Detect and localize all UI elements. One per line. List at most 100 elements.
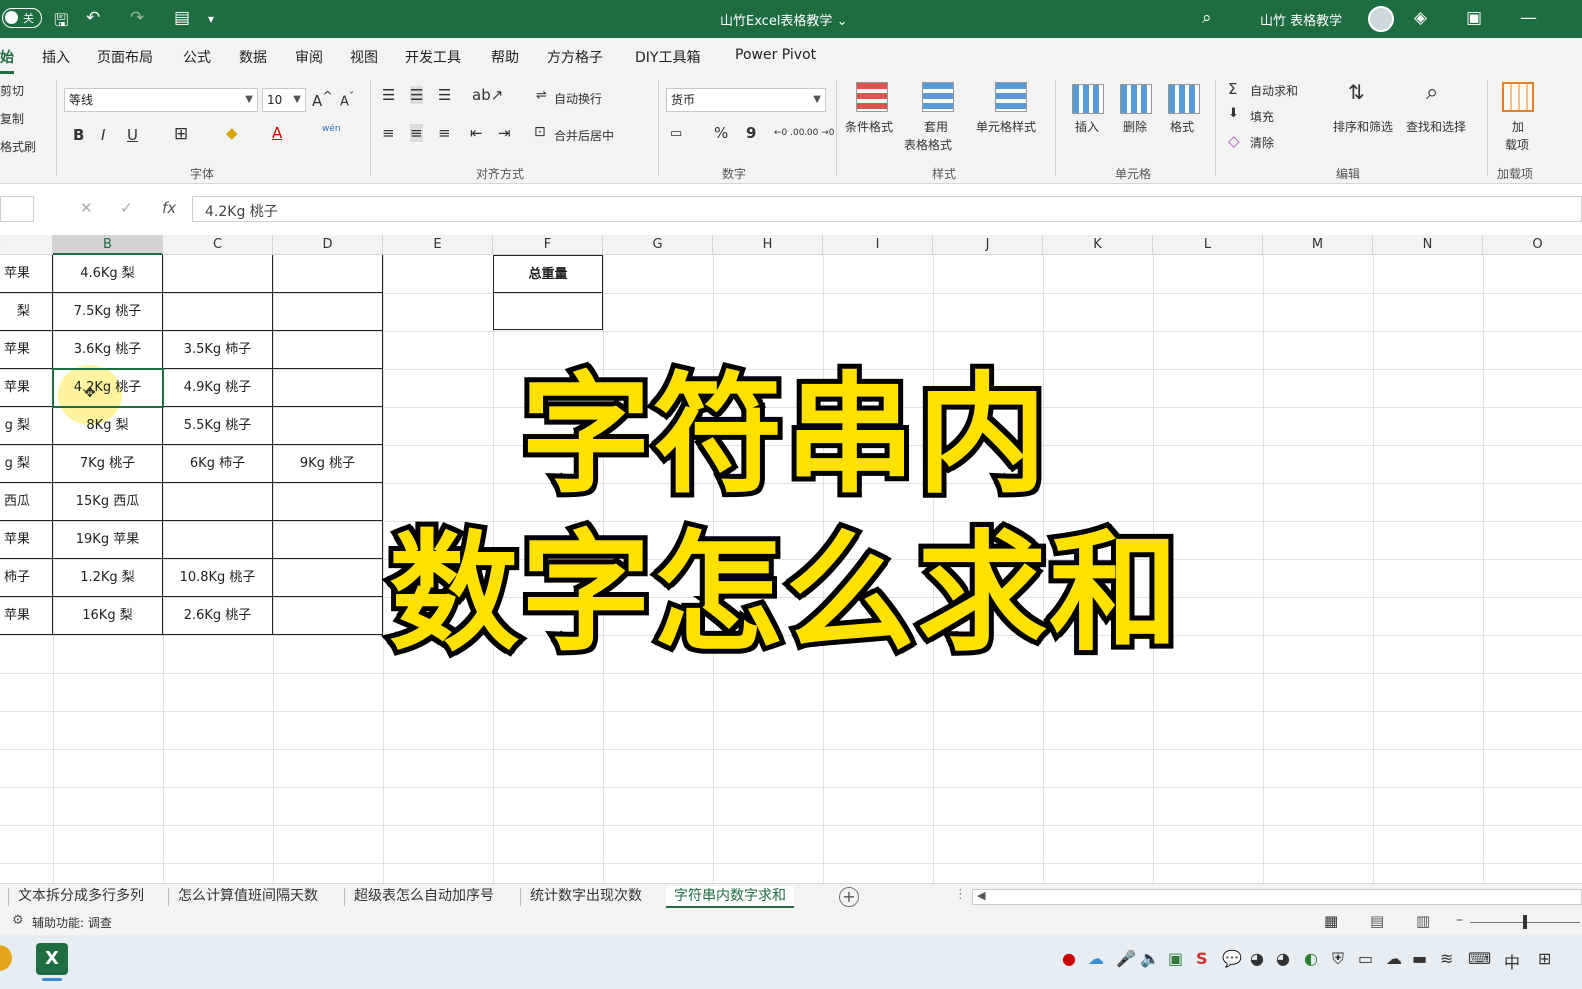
- cancel-icon[interactable]: ✕: [80, 199, 93, 217]
- column-header[interactable]: O: [1483, 235, 1582, 255]
- qq2-icon[interactable]: ◕: [1276, 949, 1290, 968]
- italic-button[interactable]: I: [101, 126, 105, 144]
- table-cell[interactable]: 梨: [0, 293, 53, 331]
- tab-review[interactable]: 审阅: [295, 47, 323, 67]
- table-cell[interactable]: 6Kg 柿子: [163, 445, 273, 483]
- print-preview-icon[interactable]: ▤: [174, 8, 190, 28]
- tab-diy-toolbox[interactable]: DIY工具箱: [635, 47, 700, 67]
- borders-icon[interactable]: ⊞: [174, 124, 188, 144]
- tab-view[interactable]: 视图: [350, 47, 378, 67]
- window-title[interactable]: 山竹Excel表格教学 ⌄: [720, 10, 847, 29]
- column-header[interactable]: G: [603, 235, 713, 255]
- align-middle-icon[interactable]: ☰: [410, 86, 424, 104]
- merge-center-button[interactable]: 合并后居中: [554, 127, 614, 144]
- delete-cells-icon[interactable]: [1120, 84, 1152, 114]
- total-weight-header[interactable]: 总重量: [493, 255, 603, 293]
- tab-formulas[interactable]: 公式: [183, 47, 211, 67]
- add-sheet-button[interactable]: +: [839, 887, 859, 907]
- decrease-decimal-button[interactable]: .00 →0: [804, 128, 834, 138]
- table-cell[interactable]: [163, 255, 273, 293]
- percent-button[interactable]: %: [714, 124, 728, 142]
- battery-icon[interactable]: ▬: [1412, 949, 1427, 968]
- autosave-toggle[interactable]: 关: [2, 8, 42, 28]
- table-cell[interactable]: 1.2Kg 梨: [53, 559, 163, 597]
- chat-icon[interactable]: 💬: [1222, 949, 1242, 968]
- sheet-tab[interactable]: 超级表怎么自动加序号: [354, 886, 494, 908]
- sheet-tab[interactable]: 文本拆分成多行多列: [18, 886, 144, 908]
- column-header[interactable]: L: [1153, 235, 1263, 255]
- avatar[interactable]: [1368, 6, 1394, 32]
- increase-indent-icon[interactable]: ⇥: [498, 124, 511, 142]
- table-cell[interactable]: [273, 369, 383, 407]
- number-format-combo[interactable]: 货币 ▼: [666, 88, 826, 112]
- format-painter-button[interactable]: 格式刷: [0, 138, 36, 155]
- tab-developer[interactable]: 开发工具: [405, 47, 461, 67]
- shield-icon[interactable]: ⛨: [1332, 949, 1344, 969]
- table-cell[interactable]: [273, 255, 383, 293]
- cell-styles-button[interactable]: 单元格样式: [976, 118, 1036, 135]
- shrink-font-icon[interactable]: Aˇ: [340, 90, 354, 109]
- total-weight-cell[interactable]: [493, 292, 603, 330]
- scroll-left-icon[interactable]: ◀: [977, 889, 985, 902]
- table-cell[interactable]: 15Kg 西瓜: [53, 483, 163, 521]
- undo-icon[interactable]: ↶: [86, 8, 100, 28]
- insert-cells-button[interactable]: 插入: [1075, 118, 1099, 135]
- tab-insert[interactable]: 插入: [42, 47, 70, 67]
- ime-indicator[interactable]: 中: [1504, 949, 1520, 973]
- grid-icon[interactable]: ⊞: [1538, 949, 1551, 968]
- table-cell[interactable]: 5.5Kg 桃子: [163, 407, 273, 445]
- page-break-view-icon[interactable]: ▥: [1416, 912, 1430, 930]
- table-cell[interactable]: 苹果: [0, 521, 53, 559]
- align-top-icon[interactable]: ☰: [382, 86, 395, 104]
- column-header[interactable]: N: [1373, 235, 1483, 255]
- microphone-icon[interactable]: 🎤: [1116, 949, 1136, 968]
- table-cell[interactable]: g 梨: [0, 407, 53, 445]
- table-cell[interactable]: 苹果: [0, 255, 53, 293]
- table-cell[interactable]: 西瓜: [0, 483, 53, 521]
- table-cell[interactable]: 苹果: [0, 331, 53, 369]
- cut-button[interactable]: 剪切: [0, 82, 24, 99]
- accounting-format-icon[interactable]: ▭: [670, 126, 682, 141]
- format-as-table-line2[interactable]: 表格格式: [904, 136, 952, 153]
- save-icon[interactable]: 🖫: [54, 8, 68, 37]
- table-cell[interactable]: 8Kg 梨: [53, 407, 163, 445]
- sheet-tab[interactable]: 统计数字出现次数: [530, 886, 642, 908]
- font-size-combo[interactable]: 10 ▼: [262, 88, 306, 112]
- qq-icon[interactable]: ◕: [1250, 949, 1264, 968]
- insert-cells-icon[interactable]: [1072, 84, 1104, 114]
- table-cell[interactable]: 4.9Kg 桃子: [163, 369, 273, 407]
- tab-data[interactable]: 数据: [239, 47, 267, 67]
- addins-line2[interactable]: 载项: [1505, 136, 1529, 153]
- sort-filter-button[interactable]: 排序和筛选: [1333, 118, 1393, 135]
- format-cells-button[interactable]: 格式: [1170, 118, 1194, 135]
- table-cell[interactable]: 4.6Kg 梨: [53, 255, 163, 293]
- autosum-button[interactable]: 自动求和: [1250, 82, 1298, 99]
- table-cell[interactable]: 19Kg 苹果: [53, 521, 163, 559]
- tab-splitter-icon[interactable]: ⋮: [954, 887, 967, 902]
- tab-help[interactable]: 帮助: [491, 47, 519, 67]
- table-cell[interactable]: g 梨: [0, 445, 53, 483]
- wifi-icon[interactable]: ≋: [1440, 949, 1453, 968]
- tab-fangfang[interactable]: 方方格子: [547, 47, 603, 67]
- decrease-indent-icon[interactable]: ⇤: [470, 124, 483, 142]
- phonetic-icon[interactable]: wén: [322, 124, 341, 134]
- align-left-icon[interactable]: ≡: [382, 124, 395, 142]
- wps-icon[interactable]: S: [1196, 949, 1208, 968]
- column-header[interactable]: E: [383, 235, 493, 255]
- orientation-icon[interactable]: ab↗: [472, 86, 503, 104]
- enter-icon[interactable]: ✓: [120, 199, 133, 217]
- table-cell[interactable]: 苹果: [0, 369, 53, 407]
- format-as-table-line1[interactable]: 套用: [924, 118, 948, 135]
- ribbon-display-icon[interactable]: ▣: [1466, 8, 1482, 28]
- comma-style-button[interactable]: 9: [746, 124, 756, 142]
- table-cell[interactable]: 3.6Kg 桃子: [53, 331, 163, 369]
- table-cell[interactable]: 9Kg 桃子: [273, 445, 383, 483]
- copy-button[interactable]: 复制: [0, 110, 24, 127]
- sort-filter-icon[interactable]: ⇅: [1348, 80, 1365, 104]
- nvidia-icon[interactable]: ▣: [1168, 949, 1183, 968]
- tab-power-pivot[interactable]: Power Pivot: [735, 47, 816, 63]
- speaker-icon[interactable]: 🔈: [1140, 949, 1160, 968]
- table-cell[interactable]: [273, 407, 383, 445]
- merge-icon[interactable]: ⊡: [534, 124, 546, 140]
- wechat-icon[interactable]: ◐: [1304, 949, 1318, 968]
